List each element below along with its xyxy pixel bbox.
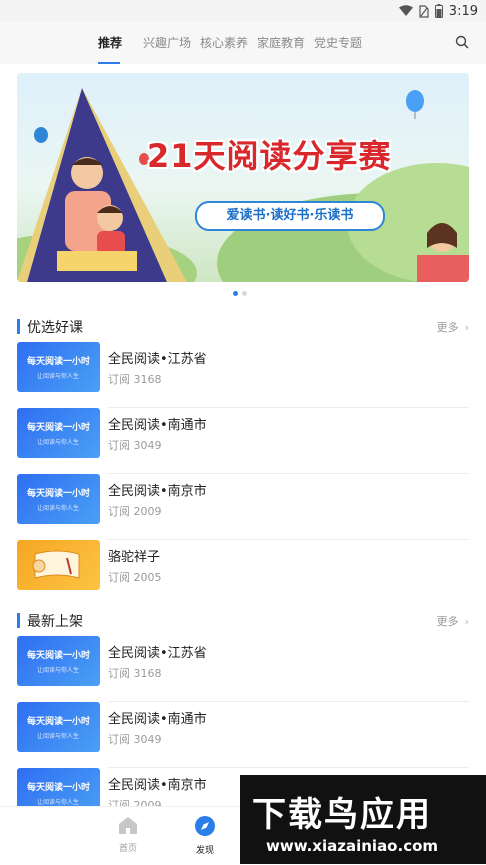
thumbnail-subtitle: 让阅读与你人生 (37, 733, 80, 740)
banner-slogan: 爱读书·读好书·乐读书 (195, 201, 385, 231)
scroll-book-illustration (32, 550, 80, 579)
course-name: 全民阅读•江苏省 (108, 352, 207, 367)
watermark-logo: 下载鸟应用 www.xiazainiao.com (240, 775, 486, 864)
thumbnail-subtitle: 让阅读与你人生 (37, 667, 80, 674)
course-thumbnail: 每天阅读一小时 让阅读与你人生 (17, 342, 100, 392)
course-subscriptions: 订阅 3168 (108, 667, 162, 680)
thumbnail-title: 每天阅读一小时 (27, 651, 91, 661)
chevron-right-icon: › (464, 321, 469, 334)
course-name: 全民阅读•江苏省 (108, 646, 207, 661)
watermark-title: 下载鸟应用 (252, 795, 432, 835)
nav-label: 首页 (118, 844, 137, 854)
top-tab-bar: 推荐 兴趣广场 核心素养 家庭教育 党史专题 (0, 22, 486, 64)
banner-title: 21天阅读分享赛 (147, 137, 392, 175)
course-thumbnail: 每天阅读一小时 让阅读与你人生 (17, 408, 100, 458)
thumbnail-title: 每天阅读一小时 (27, 489, 91, 499)
status-icons: 3:19 (398, 3, 478, 19)
course-name: 骆驼祥子 (108, 550, 161, 565)
course-name: 全民阅读•南京市 (108, 778, 207, 793)
section-title: 优选好课 (27, 320, 83, 336)
section-title: 最新上架 (27, 614, 83, 630)
search-icon[interactable] (455, 35, 469, 49)
section-header-new: 最新上架 更多 › (17, 610, 469, 630)
more-link-new[interactable]: 更多 › (437, 613, 469, 629)
section-accent-bar (17, 319, 20, 334)
thumbnail-title: 每天阅读一小时 (27, 357, 91, 367)
course-item[interactable]: 每天阅读一小时 让阅读与你人生 全民阅读•江苏省 订阅 3168 (17, 342, 469, 408)
thumbnail-subtitle: 让阅读与你人生 (37, 799, 80, 806)
tab-party-history[interactable]: 党史专题 (314, 34, 362, 51)
watermark-url: www.xiazainiao.com (266, 837, 439, 855)
course-subscriptions: 订阅 2005 (108, 571, 162, 584)
course-item[interactable]: 每天阅读一小时 让阅读与你人生 全民阅读•南通市 订阅 3049 (17, 408, 469, 474)
course-name: 全民阅读•南通市 (108, 418, 207, 433)
course-thumbnail: 每天阅读一小时 让阅读与你人生 (17, 474, 100, 524)
status-bar: 3:19 (0, 0, 486, 22)
course-item[interactable]: 每天阅读一小时 让阅读与你人生 全民阅读•南京市 订阅 2009 (17, 474, 469, 540)
tab-recommend[interactable]: 推荐 (98, 34, 122, 51)
course-subscriptions: 订阅 3168 (108, 373, 162, 386)
thumbnail-title: 每天阅读一小时 (27, 423, 91, 433)
tab-family-education[interactable]: 家庭教育 (257, 34, 305, 51)
course-name: 全民阅读•南京市 (108, 484, 207, 499)
active-tab-indicator (98, 62, 120, 64)
course-subscriptions: 订阅 3049 (108, 439, 162, 452)
carousel-dot-active[interactable] (233, 291, 238, 296)
course-item[interactable]: 每天阅读一小时 让阅读与你人生 全民阅读•江苏省 订阅 3168 (17, 636, 469, 702)
course-thumbnail (17, 540, 100, 590)
carousel-dots (233, 291, 247, 296)
section-accent-bar (17, 613, 20, 628)
tab-core-literacy[interactable]: 核心素养 (200, 34, 248, 51)
course-thumbnail: 每天阅读一小时 让阅读与你人生 (17, 636, 100, 686)
banner-carousel[interactable]: 21天阅读分享赛 爱读书·读好书·乐读书 (17, 73, 469, 282)
thumbnail-subtitle: 让阅读与你人生 (37, 373, 80, 380)
course-subscriptions: 订阅 2009 (108, 505, 162, 518)
nav-home[interactable]: 首页 (108, 815, 148, 854)
wifi-icon (398, 5, 413, 16)
course-item[interactable]: 每天阅读一小时 让阅读与你人生 全民阅读•南通市 订阅 3049 (17, 702, 469, 768)
course-subscriptions: 订阅 3049 (108, 733, 162, 746)
battery-icon (434, 4, 443, 18)
more-label: 更多 (436, 615, 459, 628)
carousel-dot[interactable] (242, 291, 247, 296)
course-item[interactable]: 骆驼祥子 订阅 2005 (17, 540, 469, 606)
chevron-right-icon: › (464, 615, 469, 628)
thumbnail-subtitle: 让阅读与你人生 (37, 439, 80, 446)
thumbnail-title: 每天阅读一小时 (27, 717, 91, 727)
home-icon (119, 817, 137, 834)
nav-discover[interactable]: 发现 (185, 815, 225, 856)
thumbnail-title: 每天阅读一小时 (27, 783, 91, 793)
compass-icon (195, 816, 215, 836)
more-label: 更多 (436, 321, 459, 334)
course-thumbnail: 每天阅读一小时 让阅读与你人生 (17, 702, 100, 752)
tab-interest-square[interactable]: 兴趣广场 (143, 34, 191, 51)
nav-label: 发现 (195, 846, 214, 856)
thumbnail-subtitle: 让阅读与你人生 (37, 505, 80, 512)
status-time: 3:19 (448, 3, 478, 19)
section-header-featured: 优选好课 更多 › (17, 316, 469, 336)
course-name: 全民阅读•南通市 (108, 712, 207, 727)
more-link-featured[interactable]: 更多 › (437, 319, 469, 335)
sim-icon (419, 4, 429, 18)
banner-illustration (17, 88, 469, 282)
